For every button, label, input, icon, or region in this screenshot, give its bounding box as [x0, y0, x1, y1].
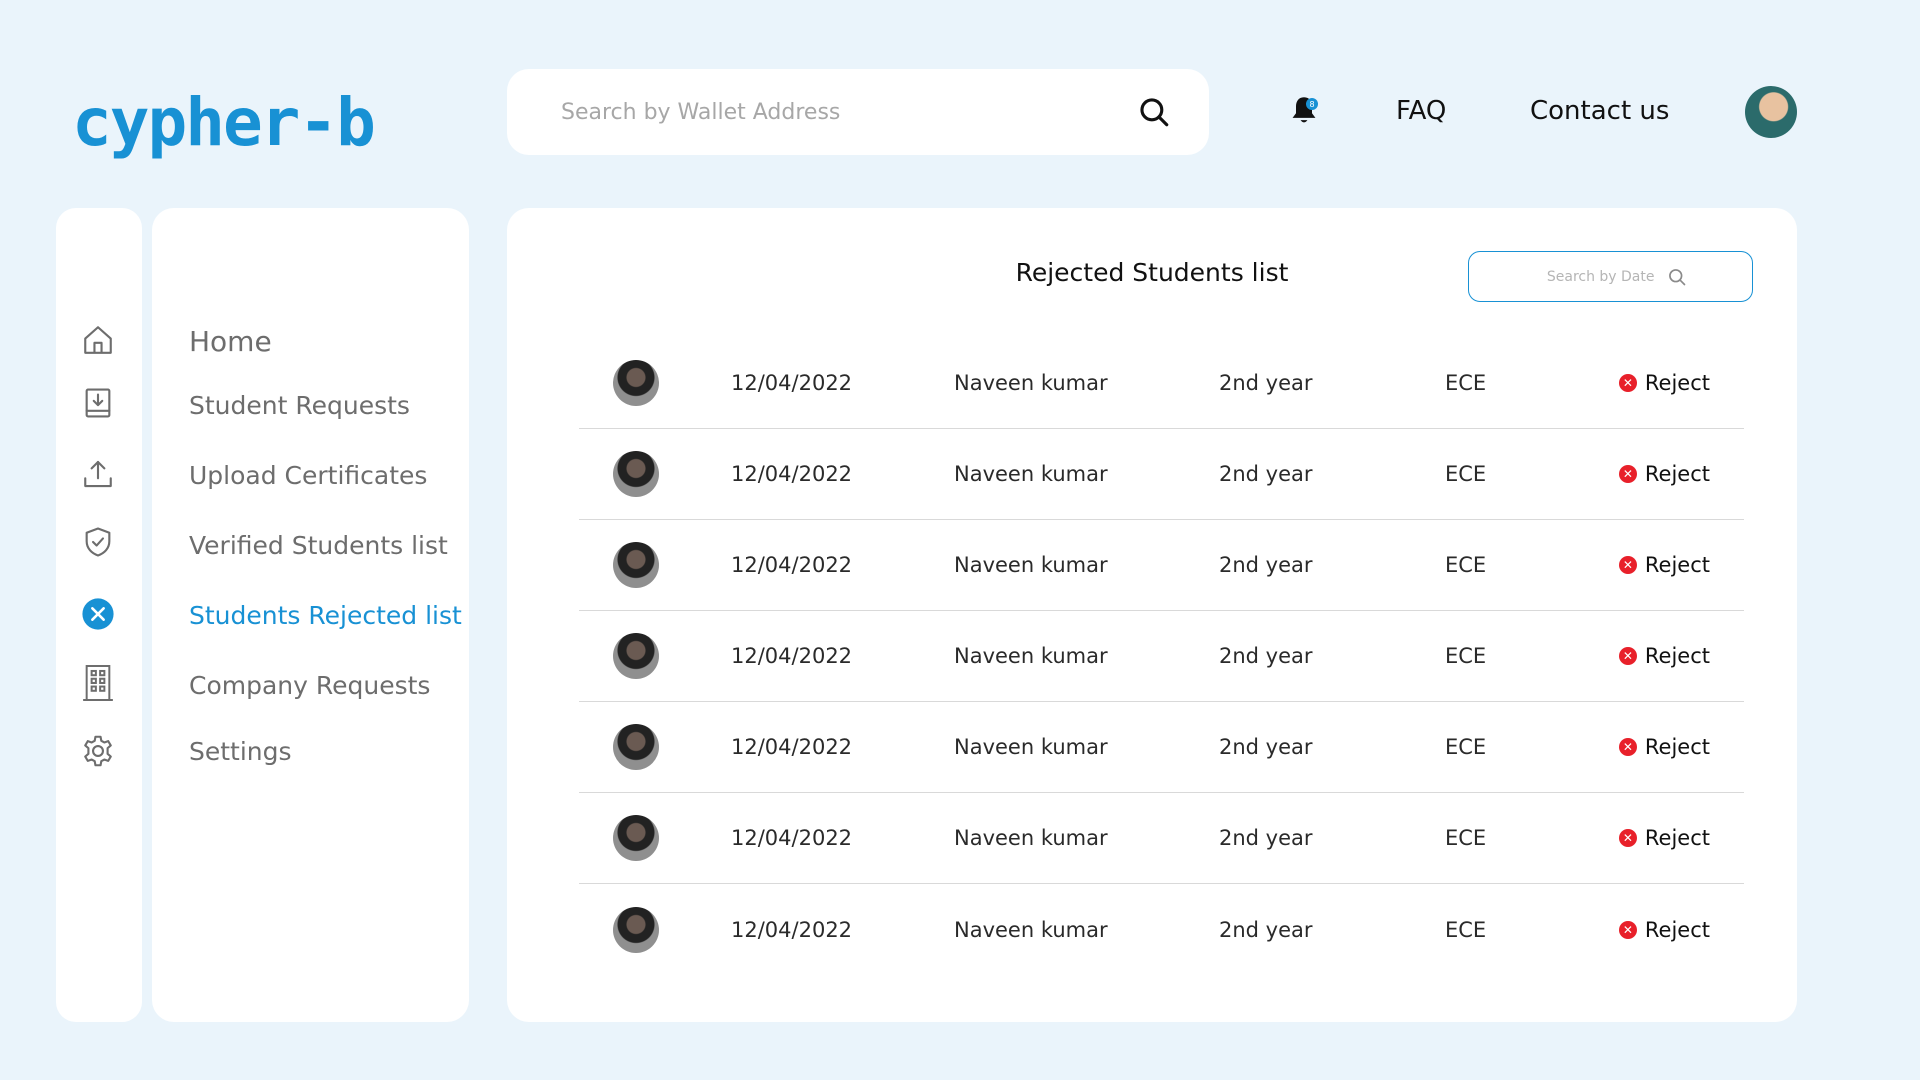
gear-icon[interactable] — [78, 731, 118, 771]
reject-x-icon: ✕ — [1618, 465, 1637, 483]
sidebar-item-company-requests[interactable]: Company Requests — [189, 670, 430, 702]
reject-status[interactable]: ✕ Reject — [1618, 462, 1710, 486]
year-cell: 2nd year — [1219, 735, 1313, 759]
wallet-search-bar — [507, 69, 1209, 155]
name-cell: Naveen kumar — [954, 462, 1108, 486]
year-cell: 2nd year — [1219, 371, 1313, 395]
date-cell: 12/04/2022 — [731, 735, 853, 759]
reject-x-icon: ✕ — [1618, 738, 1637, 756]
student-photo — [613, 633, 659, 679]
reject-status[interactable]: ✕ Reject — [1618, 917, 1710, 942]
reject-status[interactable]: ✕ Reject — [1618, 735, 1710, 759]
sidebar-item-settings[interactable]: Settings — [189, 736, 292, 768]
date-search-input[interactable] — [1534, 268, 1655, 285]
notification-badge: 8 — [1306, 98, 1318, 110]
reject-x-icon: ✕ — [1618, 374, 1637, 392]
reject-x-icon: ✕ — [1618, 556, 1637, 574]
contact-us-link[interactable]: Contact us — [1530, 92, 1669, 130]
reject-x-icon: ✕ — [1618, 647, 1637, 665]
icon-rail — [56, 208, 142, 1022]
reject-circle-icon[interactable] — [78, 594, 118, 634]
table-row[interactable]: 12/04/2022 Naveen kumar 2nd year ECE ✕ R… — [579, 520, 1744, 611]
sidebar-item-students-rejected[interactable]: Students Rejected list — [189, 600, 462, 632]
student-photo — [613, 815, 659, 861]
student-photo — [613, 360, 659, 406]
reject-x-icon: ✕ — [1618, 829, 1637, 847]
reject-label: Reject — [1644, 917, 1710, 942]
name-cell: Naveen kumar — [954, 826, 1108, 850]
sidebar-item-student-requests[interactable]: Student Requests — [189, 390, 410, 422]
branch-cell: ECE — [1445, 553, 1487, 577]
branch-cell: ECE — [1445, 917, 1487, 942]
upload-icon[interactable] — [78, 454, 118, 494]
table-row[interactable]: 12/04/2022 Naveen kumar 2nd year ECE ✕ R… — [579, 611, 1744, 702]
student-photo — [613, 542, 659, 588]
shield-check-icon[interactable] — [78, 522, 118, 562]
branch-cell: ECE — [1445, 462, 1487, 486]
date-cell: 12/04/2022 — [731, 371, 853, 395]
rejected-students-panel: Rejected Students list 12/04/2022 Naveen… — [507, 208, 1797, 1022]
reject-status[interactable]: ✕ Reject — [1618, 371, 1710, 395]
home-icon[interactable] — [78, 320, 118, 360]
reject-status[interactable]: ✕ Reject — [1618, 644, 1710, 668]
sidebar-item-upload-certificates[interactable]: Upload Certificates — [189, 460, 427, 492]
student-photo — [613, 906, 659, 953]
search-icon[interactable] — [1137, 95, 1171, 129]
search-icon[interactable] — [1667, 267, 1687, 287]
wallet-search-input[interactable] — [561, 99, 1137, 125]
user-avatar[interactable] — [1745, 86, 1797, 138]
branch-cell: ECE — [1445, 644, 1487, 668]
date-search-box[interactable] — [1468, 251, 1753, 302]
name-cell: Naveen kumar — [954, 644, 1108, 668]
reject-label: Reject — [1644, 735, 1710, 759]
year-cell: 2nd year — [1219, 826, 1313, 850]
download-book-icon[interactable] — [78, 383, 118, 423]
building-icon[interactable] — [78, 663, 118, 703]
branch-cell: ECE — [1445, 371, 1487, 395]
reject-label: Reject — [1644, 371, 1710, 395]
table-row[interactable]: 12/04/2022 Naveen kumar 2nd year ECE ✕ R… — [579, 884, 1744, 975]
table-row[interactable]: 12/04/2022 Naveen kumar 2nd year ECE ✕ R… — [579, 429, 1744, 520]
faq-link[interactable]: FAQ — [1396, 92, 1446, 130]
rejected-students-table: 12/04/2022 Naveen kumar 2nd year ECE ✕ R… — [579, 338, 1744, 975]
reject-label: Reject — [1644, 553, 1710, 577]
date-cell: 12/04/2022 — [731, 553, 853, 577]
student-photo — [613, 451, 659, 497]
date-cell: 12/04/2022 — [731, 917, 853, 942]
year-cell: 2nd year — [1219, 917, 1313, 942]
date-cell: 12/04/2022 — [731, 462, 853, 486]
reject-status[interactable]: ✕ Reject — [1618, 553, 1710, 577]
table-row[interactable]: 12/04/2022 Naveen kumar 2nd year ECE ✕ R… — [579, 793, 1744, 884]
date-cell: 12/04/2022 — [731, 826, 853, 850]
reject-label: Reject — [1644, 644, 1710, 668]
branch-cell: ECE — [1445, 735, 1487, 759]
name-cell: Naveen kumar — [954, 917, 1108, 942]
year-cell: 2nd year — [1219, 644, 1313, 668]
year-cell: 2nd year — [1219, 553, 1313, 577]
name-cell: Naveen kumar — [954, 553, 1108, 577]
year-cell: 2nd year — [1219, 462, 1313, 486]
sidebar-menu: Home Student Requests Upload Certificate… — [152, 208, 469, 1022]
reject-label: Reject — [1644, 826, 1710, 850]
table-row[interactable]: 12/04/2022 Naveen kumar 2nd year ECE ✕ R… — [579, 338, 1744, 429]
name-cell: Naveen kumar — [954, 371, 1108, 395]
name-cell: Naveen kumar — [954, 735, 1108, 759]
app-logo[interactable]: cypher-b — [72, 88, 376, 158]
table-row[interactable]: 12/04/2022 Naveen kumar 2nd year ECE ✕ R… — [579, 702, 1744, 793]
date-cell: 12/04/2022 — [731, 644, 853, 668]
student-photo — [613, 724, 659, 770]
reject-status[interactable]: ✕ Reject — [1618, 826, 1710, 850]
reject-label: Reject — [1644, 462, 1710, 486]
sidebar-item-home[interactable]: Home — [189, 326, 272, 358]
sidebar-item-verified-students[interactable]: Verified Students list — [189, 530, 448, 562]
branch-cell: ECE — [1445, 826, 1487, 850]
reject-x-icon: ✕ — [1618, 920, 1637, 939]
